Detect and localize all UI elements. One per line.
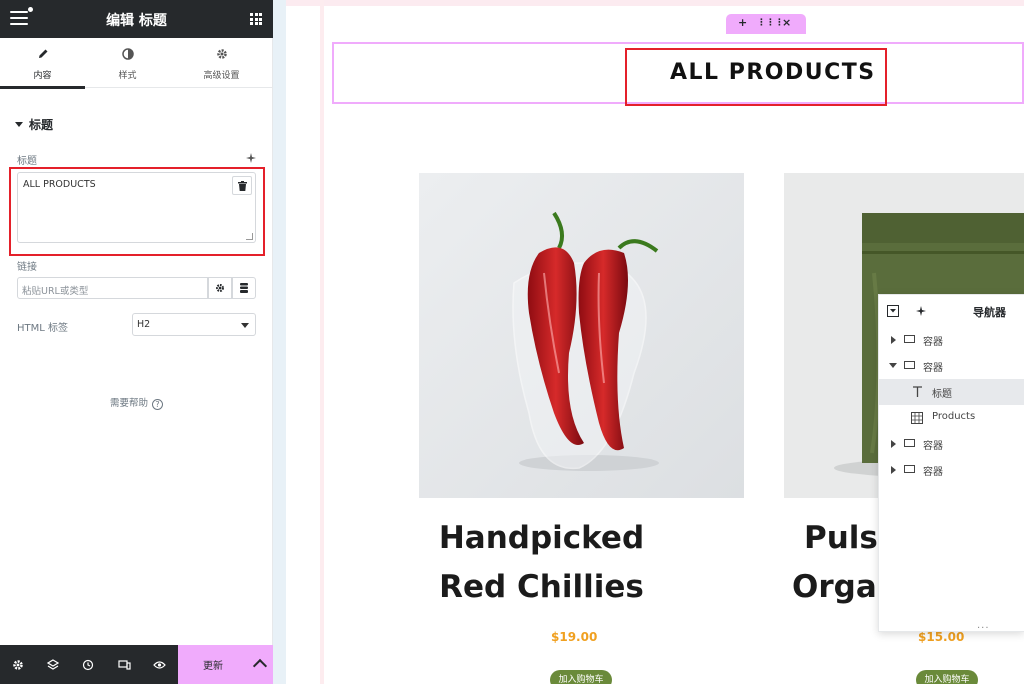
navigator-item[interactable]: Products — [879, 405, 1024, 431]
question-icon: ? — [152, 399, 163, 410]
responsive-button[interactable] — [116, 657, 132, 673]
database-icon — [240, 283, 248, 293]
navigator-item[interactable]: 容器 — [879, 457, 1024, 483]
editor-panel: 编辑 标题 内容 样式 高级设置 标题 标题 ALL PRODUCTS 链接 粘… — [0, 0, 273, 684]
html-tag-label: HTML 标签 — [17, 323, 69, 334]
caret-right-icon[interactable] — [891, 336, 896, 344]
gear-icon — [13, 660, 23, 670]
collapse-all-icon[interactable] — [887, 305, 899, 317]
navigator-item-label: 容器 — [923, 441, 943, 452]
update-button[interactable]: 更新 — [178, 645, 273, 684]
product-title-2-line2: Orga — [792, 569, 877, 605]
navigator-item-label: 标题 — [932, 389, 952, 400]
heading-highlight-box — [625, 48, 887, 106]
navigator-item-selected[interactable]: 标题 — [879, 379, 1024, 405]
product-title-1-line1: Handpicked — [438, 520, 645, 556]
layers-icon — [47, 659, 59, 670]
devices-icon — [117, 660, 131, 670]
add-element-icon[interactable]: + — [738, 16, 747, 29]
panel-header: 编辑 标题 — [0, 0, 273, 38]
eye-icon — [152, 661, 166, 669]
hamburger-menu-icon[interactable] — [10, 7, 33, 27]
panel-tabs: 内容 样式 高级设置 — [0, 38, 273, 89]
drag-handle-icon[interactable]: ⋮⋮⋮ — [757, 18, 784, 28]
text-icon — [913, 386, 922, 397]
gear-icon — [216, 49, 227, 59]
navigator-item-label: 容器 — [923, 337, 943, 348]
product-price-2: $15.00 — [918, 630, 965, 644]
navigator-item[interactable]: 容器 — [879, 327, 1024, 353]
settings-button[interactable] — [10, 657, 26, 673]
highlight-box — [9, 167, 265, 256]
caret-down-icon[interactable] — [889, 363, 897, 368]
gear-icon — [216, 284, 224, 292]
link-url-input[interactable]: 粘贴URL或类型 — [17, 277, 208, 299]
add-to-cart-button-1[interactable]: 加入购物车 — [550, 670, 612, 684]
link-settings-button[interactable] — [208, 277, 232, 299]
grid-icon — [911, 412, 923, 424]
tab-content-label: 内容 — [33, 71, 52, 81]
half-circle-icon — [121, 48, 134, 60]
chili-pepper-image — [419, 173, 744, 498]
container-icon — [904, 439, 915, 447]
dynamic-tags-button[interactable] — [232, 277, 256, 299]
caret-right-icon[interactable] — [891, 440, 896, 448]
container-icon — [904, 335, 915, 343]
tab-style[interactable]: 样式 — [85, 38, 170, 88]
panel-footer: 更新 — [0, 645, 273, 684]
pencil-icon — [38, 49, 47, 58]
section-title: 标题 — [29, 118, 54, 132]
navigator-item-label: 容器 — [923, 467, 943, 478]
navigator-item-label: 容器 — [923, 363, 943, 374]
container-icon — [904, 361, 915, 369]
container-icon — [904, 465, 915, 473]
history-button[interactable] — [80, 657, 96, 673]
help-text: 需要帮助 — [109, 398, 148, 409]
html-tag-select[interactable]: H2 — [132, 313, 256, 336]
product-title-1[interactable]: Handpicked Red Chillies — [419, 514, 664, 612]
tab-advanced[interactable]: 高级设置 — [170, 38, 273, 88]
history-icon — [82, 659, 94, 671]
close-icon[interactable]: × — [782, 16, 791, 29]
navigator-resize-handle[interactable]: ... — [977, 620, 990, 631]
panel-title: 编辑 标题 — [106, 13, 167, 29]
tab-advanced-label: 高级设置 — [203, 71, 240, 81]
product-title-2[interactable]: Pulse Orga — [784, 514, 878, 612]
chevron-down-icon — [241, 323, 249, 328]
canvas-edge — [273, 0, 286, 684]
chevron-up-icon[interactable] — [252, 658, 268, 674]
navigator-header[interactable]: 导航器 — [879, 295, 1024, 327]
element-toolbar: + ⋮⋮⋮ × — [726, 14, 806, 34]
product-image-chillies[interactable] — [419, 173, 744, 498]
ai-sparkle-icon[interactable] — [245, 152, 257, 164]
ai-sparkle-icon[interactable] — [915, 305, 927, 317]
navigator-item[interactable]: 容器 — [879, 353, 1024, 379]
tab-content[interactable]: 内容 — [0, 38, 85, 89]
container-edge — [320, 0, 324, 684]
layers-button[interactable] — [45, 657, 61, 673]
preview-button[interactable] — [151, 657, 167, 673]
navigator-item-label: Products — [932, 411, 976, 422]
add-to-cart-button-2[interactable]: 加入购物车 — [916, 670, 978, 684]
link-field-label: 链接 — [17, 262, 37, 273]
product-title-1-line2: Red Chillies — [439, 569, 644, 605]
update-label: 更新 — [203, 661, 223, 672]
section-toggle[interactable]: 标题 — [15, 116, 53, 133]
title-field-label: 标题 — [17, 156, 37, 167]
navigator-title: 导航器 — [973, 306, 1006, 319]
navigator-item[interactable]: 容器 — [879, 431, 1024, 457]
caret-down-icon — [15, 122, 23, 127]
caret-right-icon[interactable] — [891, 466, 896, 474]
widgets-grid-icon[interactable] — [250, 13, 262, 25]
canvas-top-strip — [286, 0, 1024, 6]
html-tag-value: H2 — [137, 319, 151, 330]
tab-style-label: 样式 — [118, 71, 137, 81]
product-title-2-line1: Pulse — [804, 520, 878, 556]
navigator-panel: 导航器 容器 容器 标题 Products 容器 容器 ... — [878, 294, 1024, 632]
help-link[interactable]: 需要帮助? — [0, 395, 273, 410]
product-price-1: $19.00 — [551, 630, 598, 644]
